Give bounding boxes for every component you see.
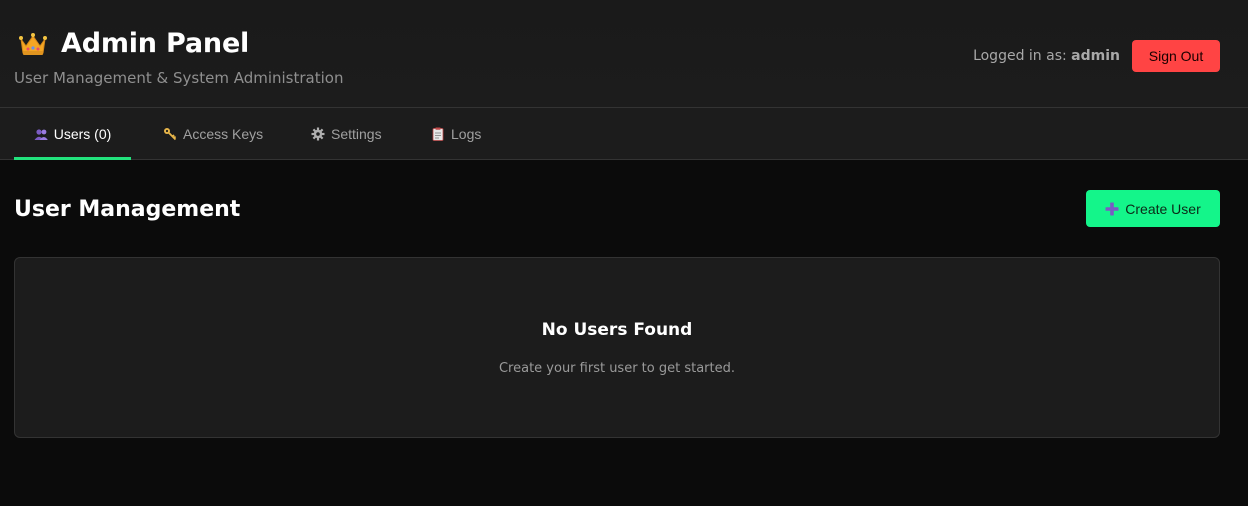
logged-in-username: admin	[1071, 48, 1120, 64]
brand: Admin Panel	[18, 28, 249, 59]
tab-logs[interactable]: Logs	[409, 108, 503, 159]
empty-state-text: Create your first user to get started.	[498, 361, 736, 376]
app-header: Admin Panel User Management & System Adm…	[0, 0, 1248, 108]
page-subtitle: User Management & System Administration	[14, 69, 344, 87]
clipboard-icon	[432, 127, 444, 141]
plus-icon	[1105, 202, 1119, 215]
logged-in-label: Logged in as:	[973, 48, 1067, 64]
logged-in-info: Logged in as: admin	[973, 48, 1120, 64]
create-user-label: Create User	[1125, 200, 1201, 217]
section-title: User Management	[14, 197, 241, 222]
tab-bar: Users (0) Access Keys Settings Logs	[0, 108, 1248, 160]
create-user-button[interactable]: Create User	[1086, 190, 1220, 227]
tab-label: Users (0)	[53, 125, 112, 142]
tab-label: Access Keys	[183, 125, 264, 142]
tab-settings[interactable]: Settings	[289, 108, 404, 159]
empty-state-card: No Users Found Create your first user to…	[14, 257, 1220, 438]
empty-state-title: No Users Found	[541, 320, 693, 340]
tab-access-keys[interactable]: Access Keys	[141, 108, 285, 159]
sign-out-button[interactable]: Sign Out	[1132, 40, 1220, 72]
key-icon	[164, 127, 177, 140]
tab-label: Logs	[451, 125, 482, 142]
gear-icon	[311, 127, 325, 140]
crown-icon	[19, 32, 47, 55]
tab-label: Settings	[331, 125, 382, 142]
users-icon	[34, 128, 48, 140]
page-title: Admin Panel	[61, 28, 250, 59]
user-area: Logged in as: admin Sign Out	[973, 40, 1220, 72]
tab-users[interactable]: Users (0)	[14, 108, 131, 160]
